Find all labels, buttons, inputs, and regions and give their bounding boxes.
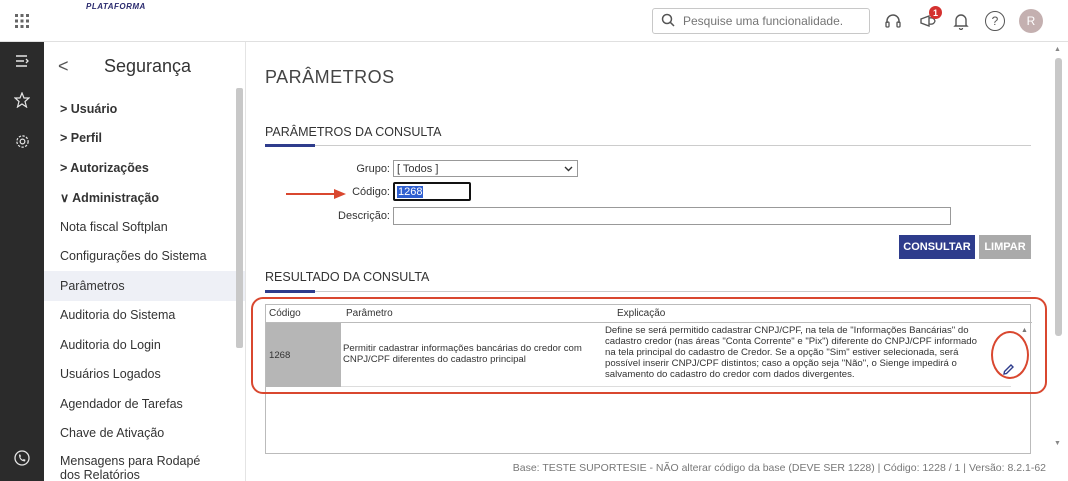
star-icon[interactable] [0,92,44,108]
megaphone-icon[interactable]: 1 [917,6,942,32]
logo[interactable]: sienge PLATAFORMA [56,2,1068,481]
help-icon[interactable]: ? [984,10,1006,32]
app-window: sienge PLATAFORMA 1 ? R [0,0,1068,481]
descricao-input[interactable] [393,207,951,225]
limpar-button[interactable]: LIMPAR [979,235,1031,259]
phone-icon[interactable] [0,450,44,466]
sidebar: < Segurança > Usuário > Perfil > Autoriz… [44,42,246,481]
sidebar-item-usuario[interactable]: > Usuário [44,94,245,124]
descricao-label: Descrição: [338,210,390,222]
sidebar-item-auditoria-sistema[interactable]: Auditoria do Sistema [44,301,245,331]
sidebar-item-usuarios-logados[interactable]: Usuários Logados [44,360,245,390]
sidebar-item-administracao[interactable]: ∨ Administração [44,183,245,213]
notification-badge: 1 [929,6,942,19]
menu-collapse-icon[interactable] [0,54,44,68]
chevron-down-icon [564,163,573,175]
sidebar-item-parametros[interactable]: Parâmetros [44,271,245,301]
query-section-divider [265,145,1031,146]
grupo-select-value: [ Todos ] [397,162,439,175]
grid-icon[interactable] [0,0,44,42]
sidebar-item-auditoria-login[interactable]: Auditoria do Login [44,330,245,360]
sidebar-item-chave-ativacao[interactable]: Chave de Ativação [44,419,245,449]
avatar[interactable]: R [1019,9,1043,33]
query-section-accent [265,144,315,147]
sidebar-scrollbar[interactable] [236,88,243,348]
result-section-divider [265,291,1031,292]
help-glyph: ? [985,11,1005,31]
query-section-title: PARÂMETROS DA CONSULTA [265,125,442,139]
sidebar-item-mensagens-rodape[interactable]: Mensagens para Rodapé dos Relatórios [44,448,214,481]
main-content: PARÂMETROS PARÂMETROS DA CONSULTA Grupo:… [246,42,1068,481]
result-section-title: RESULTADO DA CONSULTA [265,270,430,284]
left-rail [0,42,44,481]
sidebar-item-perfil[interactable]: > Perfil [44,124,245,154]
codigo-input-value: 1268 [397,185,424,198]
codigo-input[interactable]: 1268 [393,182,471,201]
sidebar-item-autorizacoes[interactable]: > Autorizações [44,153,245,183]
page-title: PARÂMETROS [265,67,395,87]
footer-info: Base: TESTE SUPORTESIE - NÃO alterar cód… [512,461,1046,474]
main-scroll-down-icon[interactable]: ▼ [1054,440,1061,447]
sidebar-item-nota-fiscal[interactable]: Nota fiscal Softplan [44,212,245,242]
result-section-accent [265,290,315,293]
gear-icon[interactable] [0,134,44,149]
main-scrollbar[interactable] [1055,58,1062,336]
annotation-highlight-edit [991,331,1029,379]
logo-subtitle: PLATAFORMA [86,2,146,11]
bell-icon[interactable] [950,10,972,32]
annotation-highlight-row [251,297,1047,394]
top-bar: sienge PLATAFORMA 1 ? R [0,0,1068,481]
main-scroll-up-icon[interactable]: ▲ [1054,46,1061,53]
search-icon [661,13,675,30]
codigo-label: Código: [352,186,390,198]
search-box[interactable] [652,8,870,34]
search-input[interactable] [683,14,853,28]
sidebar-header: < Segurança [44,42,245,90]
consultar-button[interactable]: CONSULTAR [899,235,975,259]
back-button[interactable]: < [58,56,88,77]
sidebar-item-configuracoes[interactable]: Configurações do Sistema [44,242,245,272]
grupo-label: Grupo: [356,163,390,175]
headset-icon[interactable] [882,10,904,32]
grupo-select[interactable]: [ Todos ] [393,160,578,177]
sidebar-item-agendador[interactable]: Agendador de Tarefas [44,389,245,419]
sidebar-title: Segurança [104,55,192,76]
